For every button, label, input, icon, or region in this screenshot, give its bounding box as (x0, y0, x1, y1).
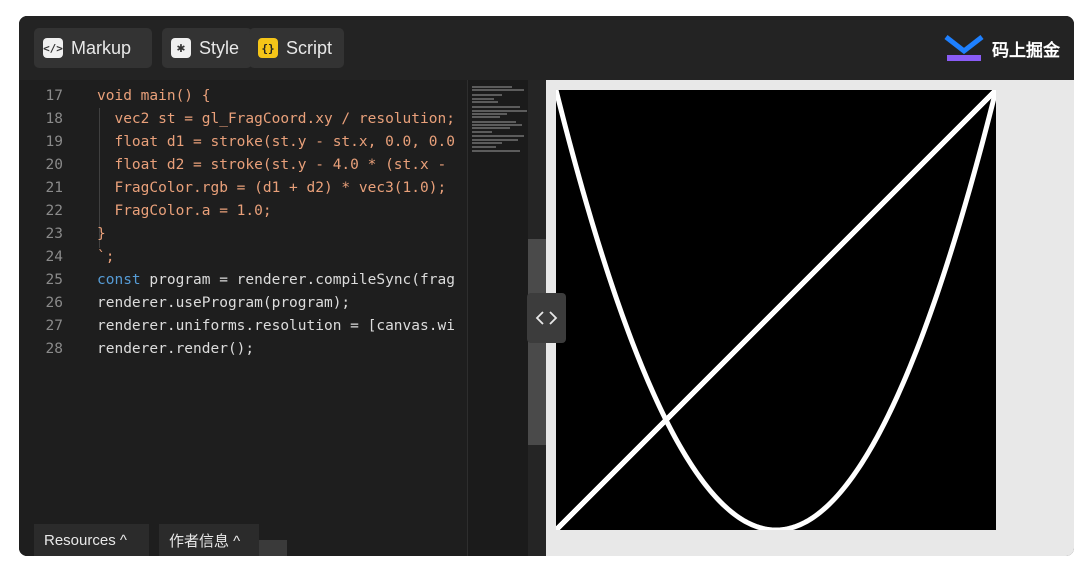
tab-style[interactable]: ✱ Style (162, 28, 252, 68)
code-line[interactable]: 17 void main() { (19, 85, 467, 108)
code-text: float d2 = stroke(st.y - 4.0 * (st.x - (97, 157, 447, 173)
code-line[interactable]: 23} (19, 223, 467, 246)
code-line[interactable]: 22 FragColor.a = 1.0; (19, 200, 467, 223)
asterisk-icon: ✱ (171, 38, 191, 58)
code-minimap[interactable] (467, 80, 529, 556)
brand-logo[interactable]: 码上掘金 (944, 32, 1060, 64)
chevron-right-icon (549, 311, 558, 325)
line-number: 19 (45, 134, 63, 150)
line-number: 18 (45, 111, 63, 127)
code-line[interactable]: 24 `; (19, 246, 467, 269)
code-line[interactable]: 21 FragColor.rgb = (d1 + d2) * vec3(1.0)… (19, 177, 467, 200)
code-text: void main() { (97, 88, 211, 104)
line-number: 24 (45, 249, 63, 265)
code-text: FragColor.rgb = (d1 + d2) * vec3(1.0); (97, 180, 447, 196)
code-playground: </> Markup ✱ Style {} Script 码上掘金 17 void… (19, 16, 1074, 556)
code-text: FragColor.a = 1.0; (97, 203, 272, 219)
keyword: const (97, 272, 141, 288)
line-number: 27 (45, 318, 63, 334)
render-canvas[interactable] (553, 88, 999, 533)
code-line[interactable]: 25 const program = renderer.compileSync(f… (19, 269, 467, 292)
line-number: 22 (45, 203, 63, 219)
code-line[interactable]: 18 vec2 st = gl_FragCoord.xy / resolutio… (19, 108, 467, 131)
code-line[interactable]: 26 renderer.useProgram(program); (19, 292, 467, 315)
code-line[interactable]: 19 float d1 = stroke(st.y - st.x, 0.0, 0… (19, 131, 467, 154)
tab-markup[interactable]: </> Markup (34, 28, 152, 68)
code-text: renderer.uniforms.resolution = [canvas.w… (97, 318, 455, 334)
top-toolbar: </> Markup ✱ Style {} Script 码上掘金 (19, 16, 1074, 80)
code-editor[interactable]: 17 void main() { 18 vec2 st = gl_FragCoord… (19, 80, 467, 556)
line-number: 28 (45, 341, 63, 357)
tab-style-label: Style (199, 37, 240, 58)
code-line[interactable]: 28 renderer.render(); (19, 338, 467, 361)
line-number: 17 (45, 88, 63, 104)
line-number: 25 (45, 272, 63, 288)
code-text: `; (97, 249, 115, 265)
braces-icon: {} (258, 38, 278, 58)
resources-button[interactable]: Resources ^ (34, 524, 149, 556)
tab-script[interactable]: {} Script (249, 28, 344, 68)
line-number: 26 (45, 295, 63, 311)
chevron-left-icon (535, 311, 544, 325)
code-text: const program = renderer.compileSync(fra… (97, 269, 455, 292)
brand-name: 码上掘金 (992, 40, 1060, 60)
line-number: 20 (45, 157, 63, 173)
pane-splitter[interactable] (527, 293, 566, 343)
preview-pane (546, 80, 1074, 556)
shader-output (553, 88, 999, 533)
code-line[interactable]: 27 renderer.uniforms.resolution = [canvas… (19, 315, 467, 338)
code-text: float d1 = stroke(st.y - st.x, 0.0, 0.0 (97, 134, 455, 150)
line-number: 23 (45, 226, 63, 242)
code-text: vec2 st = gl_FragCoord.xy / resolution; (97, 111, 455, 127)
code-rest: program = renderer.compileSync(frag (140, 272, 455, 288)
author-info-button[interactable]: 作者信息 ^ (159, 524, 259, 556)
tab-markup-label: Markup (71, 37, 132, 58)
code-tag-icon: </> (43, 38, 63, 58)
line-number: 21 (45, 180, 63, 196)
code-text: renderer.useProgram(program); (97, 295, 351, 311)
code-text: renderer.render(); (97, 341, 255, 357)
bottom-divider (259, 540, 287, 556)
code-text: } (97, 226, 106, 242)
tab-script-label: Script (286, 37, 333, 58)
juejin-logo-icon (944, 35, 984, 61)
code-line[interactable]: 20 float d2 = stroke(st.y - 4.0 * (st.x … (19, 154, 467, 177)
